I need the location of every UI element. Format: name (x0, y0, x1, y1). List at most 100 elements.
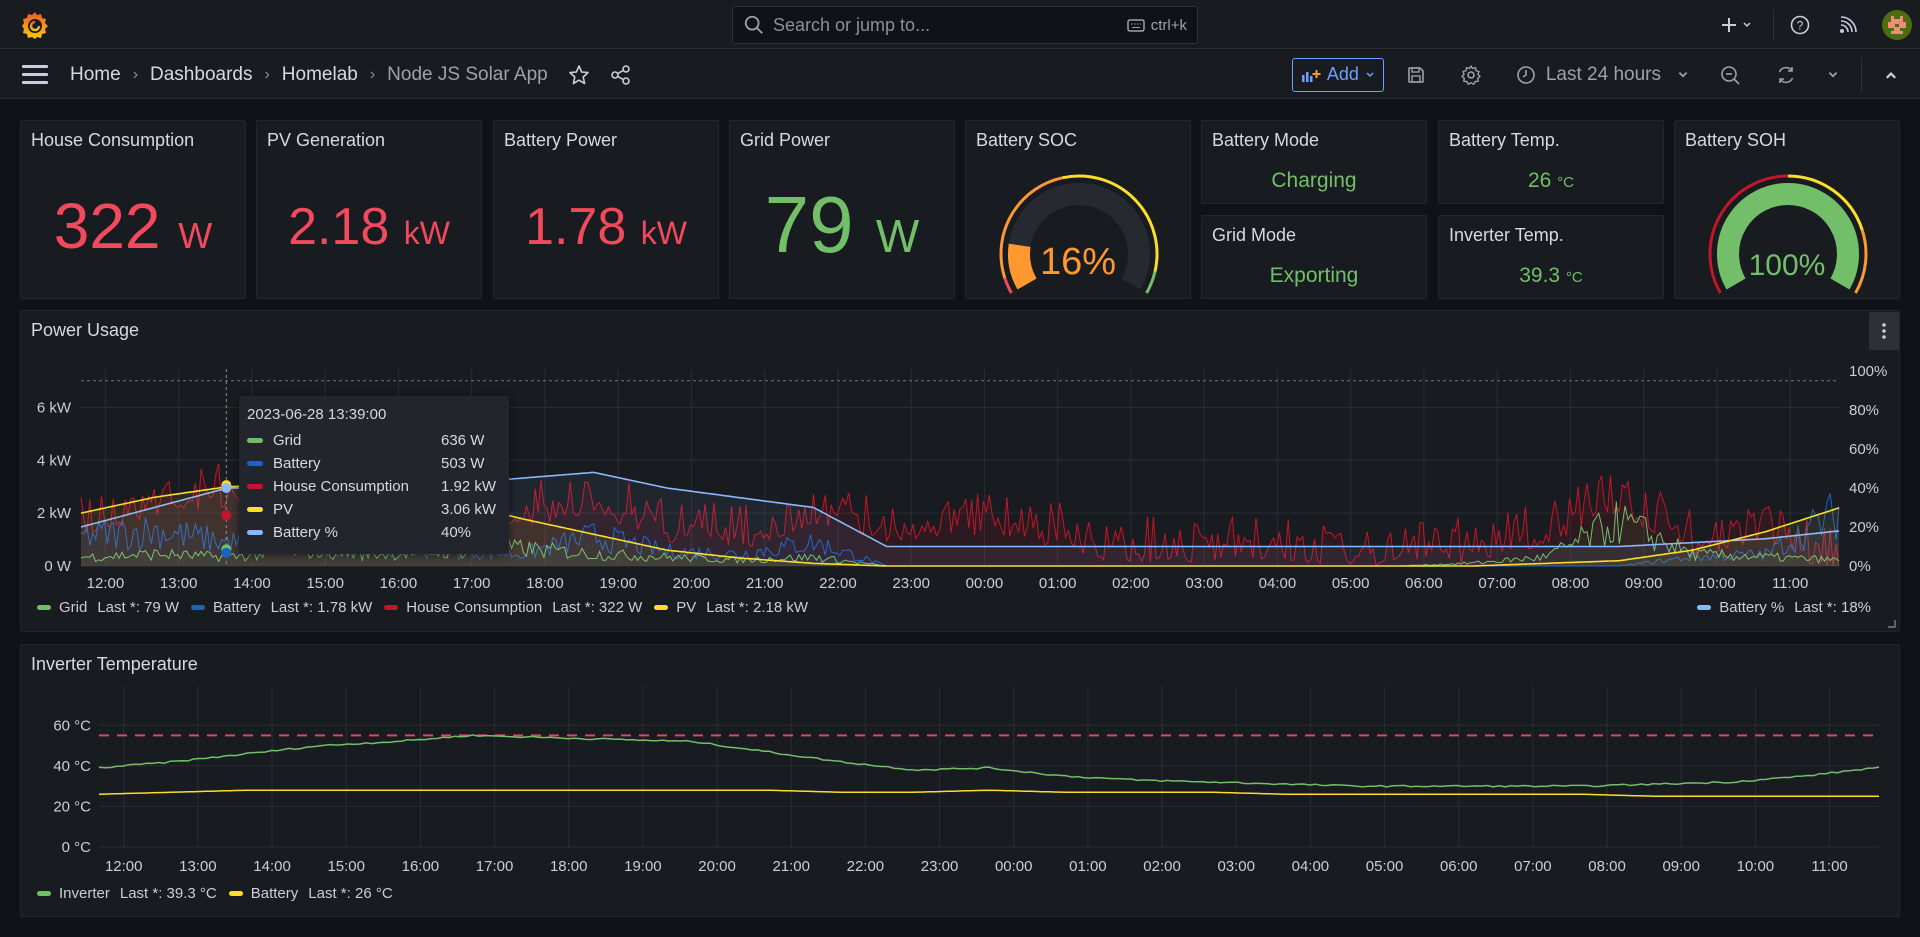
save-icon (1408, 66, 1424, 83)
x-axis-tick-label: 20:00 (673, 575, 711, 592)
y-axis-right-tick-label: 60% (1849, 441, 1879, 458)
chevron-down-icon (1366, 71, 1374, 77)
value-number: 26 (1527, 169, 1552, 192)
value-unit: °C (1557, 174, 1575, 191)
breadcrumb-dashboards[interactable]: Dashboards (150, 64, 252, 86)
panel-title: Grid Mode (1212, 225, 1297, 245)
settings-button[interactable] (1460, 64, 1482, 86)
y-axis-tick-label: 40 °C (53, 758, 91, 775)
legend-swatch (191, 605, 206, 610)
battery-soc-panel: Battery SOC 16% (965, 120, 1191, 299)
avatar-icon (1888, 15, 1906, 34)
legend-item-battery[interactable]: Battery Last *: 26 °C (228, 885, 393, 902)
legend-item-battery[interactable]: Battery Last *: 1.78 kW (191, 599, 372, 616)
search-placeholder: Search or jump to... (773, 14, 931, 35)
series-line-inverter (98, 734, 1880, 788)
x-axis-tick-label: 09:00 (1662, 858, 1700, 875)
legend-item-grid[interactable]: Grid Last *: 79 W (37, 599, 179, 616)
value-unit: W (178, 215, 213, 256)
tooltip-series-name: Grid (273, 432, 302, 449)
user-avatar[interactable] (1882, 9, 1912, 40)
time-range-picker[interactable]: Last 24 hours (1516, 64, 1689, 86)
breadcrumb-homelab[interactable]: Homelab (282, 64, 358, 86)
help-button[interactable]: ? (1788, 15, 1812, 35)
x-axis-tick-label: 08:00 (1552, 575, 1590, 592)
new-button[interactable] (1713, 16, 1759, 34)
breadcrumb-home[interactable]: Home (70, 64, 121, 86)
battery-mode-panel: Battery Mode Charging (1201, 120, 1427, 204)
star-button[interactable] (568, 64, 590, 86)
x-axis-tick-label: 07:00 (1514, 858, 1552, 875)
tooltip-swatch (247, 484, 263, 489)
legend-label: Battery (213, 599, 261, 616)
value-unit: kW (403, 215, 450, 251)
power-legend-right: Battery % Last *: 18% (1697, 599, 1871, 616)
house-consumption-panel: House Consumption 322 W (20, 120, 246, 299)
legend-label: Inverter (59, 885, 110, 902)
zoom-out-button[interactable] (1719, 64, 1741, 86)
x-axis-tick-label: 09:00 (1625, 575, 1663, 592)
divider (1773, 9, 1774, 40)
x-axis-tick-label: 23:00 (921, 858, 959, 875)
resize-handle-icon[interactable] (1888, 620, 1896, 628)
x-axis-tick-label: 10:00 (1737, 858, 1775, 875)
value-unit: W (875, 210, 920, 262)
legend-label: House Consumption (406, 599, 543, 616)
search-input[interactable]: Search or jump to... ctrl+k (732, 6, 1198, 44)
x-axis-tick-label: 16:00 (380, 575, 418, 592)
legend-swatch (228, 891, 243, 896)
legend-last-value: Last *: 39.3 °C (119, 885, 217, 902)
dashboard-actions: Add Last 24 hours (1291, 50, 1920, 99)
refresh-interval-dropdown[interactable] (1827, 69, 1839, 81)
share-button[interactable] (610, 64, 632, 86)
x-axis-tick-label: 19:00 (599, 575, 637, 592)
power-usage-panel: Power Usage 0 W 2 kW 4 kW 6 kW 0% 20% 40% 60% 80… (20, 310, 1900, 632)
x-axis-tick-label: 11:00 (1772, 575, 1808, 592)
menu-toggle-icon[interactable] (22, 65, 48, 85)
tooltip-series-name: House Consumption (273, 478, 409, 495)
news-button[interactable] (1836, 15, 1860, 34)
legend-item-battery-pct[interactable]: Battery % Last *: 18% (1697, 599, 1871, 616)
breadcrumb-separator: › (369, 65, 376, 83)
panel-title: Battery Power (504, 130, 618, 150)
power-legend: Grid Last *: 79 W Battery Last *: 1.78 kW … (37, 599, 820, 616)
x-axis-tick-label: 13:00 (160, 575, 198, 592)
x-axis-tick-label: 04:00 (1259, 575, 1297, 592)
legend-last-value: Last *: 79 W (97, 599, 180, 616)
x-axis-tick-label: 21:00 (746, 575, 784, 592)
collapse-nav-button[interactable] (1884, 68, 1898, 82)
star-icon (568, 64, 589, 84)
grafana-logo-icon[interactable] (20, 10, 50, 40)
y-axis-right-tick-label: 40% (1849, 480, 1879, 497)
x-axis-tick-label: 15:00 (327, 858, 365, 875)
chevron-down-icon (1743, 21, 1751, 27)
x-axis-tick-label: 19:00 (624, 858, 662, 875)
legend-item-inverter[interactable]: Inverter Last *: 39.3 °C (37, 885, 217, 902)
x-axis-tick-label: 23:00 (892, 575, 930, 592)
add-button[interactable]: Add (1291, 57, 1384, 92)
x-axis-tick-label: 13:00 (179, 858, 217, 875)
panel-title: Battery Mode (1212, 130, 1320, 150)
legend-label: Grid (59, 599, 88, 616)
y-axis-tick-label: 4 kW (37, 452, 72, 469)
save-button[interactable] (1406, 65, 1426, 85)
legend-item-pv[interactable]: PV Last *: 2.18 kW (654, 599, 808, 616)
temperature-legend: Inverter Last *: 39.3 °C Battery Last *: 2… (37, 885, 405, 902)
panel-title: House Consumption (31, 130, 195, 150)
legend-item-house[interactable]: House Consumption Last *: 322 W (384, 599, 642, 616)
x-axis-tick-label: 00:00 (966, 575, 1004, 592)
value-number: 322 (53, 190, 161, 262)
tooltip-series-value: 503 W (441, 455, 485, 472)
panel-title: Inverter Temp. (1449, 225, 1564, 245)
x-axis-tick-label: 17:00 (476, 858, 514, 875)
value-unit: kW (640, 215, 687, 251)
y-axis-tick-label: 6 kW (37, 399, 72, 416)
inverter-temperature-chart[interactable]: 0 °C 20 °C 40 °C 60 °C 12:00 13:00 14:00 15:00 1… (21, 675, 1901, 905)
zoom-out-icon (1721, 65, 1740, 85)
battery-soc-value: 16% (1039, 241, 1117, 283)
grid-power-panel: Grid Power 79 W (729, 120, 955, 299)
battery-power-value: 1.78 kW (494, 197, 718, 257)
y-axis-tick-label: 20 °C (53, 798, 91, 815)
divider (1861, 57, 1862, 92)
refresh-button[interactable] (1775, 64, 1797, 86)
